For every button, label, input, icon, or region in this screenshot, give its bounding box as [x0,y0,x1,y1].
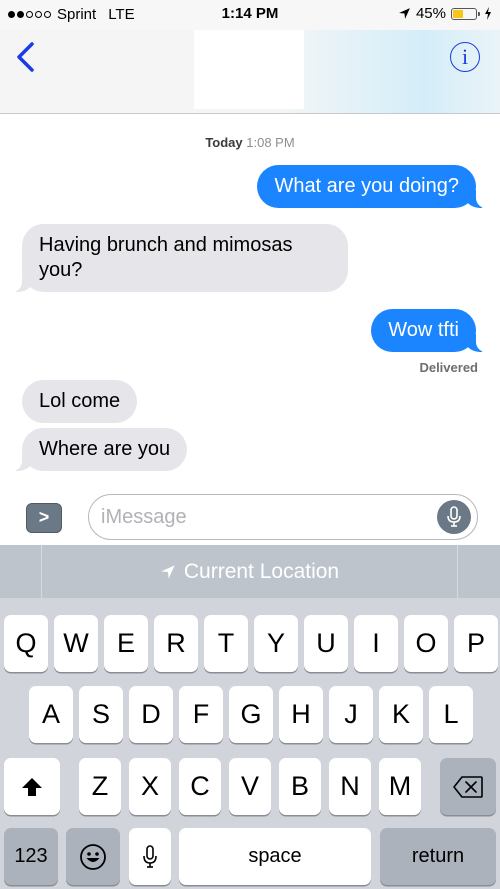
key-p[interactable]: P [454,615,498,672]
key-d[interactable]: D [129,686,173,743]
shift-key[interactable] [4,758,60,815]
key-y[interactable]: Y [254,615,298,672]
message-bubble-outgoing[interactable]: What are you doing? [257,165,488,208]
key-z[interactable]: Z [79,758,121,815]
message-bubble-incoming[interactable]: Where are you [9,428,188,471]
info-button[interactable]: i [450,42,480,72]
dictation-key[interactable] [129,828,171,885]
timestamp-time: 1:08 PM [246,135,295,150]
delivered-status: Delivered [419,360,478,375]
key-u[interactable]: U [304,615,348,672]
message-bubble-incoming[interactable]: Having brunch and mimosas you? [10,224,348,292]
message-composer: > [0,490,500,545]
keyboard: Current Location Q W E R T Y U I O P A S… [0,545,500,889]
key-n[interactable]: N [329,758,371,815]
battery-fill [453,9,463,18]
charging-bolt-icon [485,7,491,20]
suggestion-slot-right[interactable] [458,545,500,598]
message-text: Where are you [39,438,171,460]
key-t[interactable]: T [204,615,248,672]
back-button[interactable] [14,40,38,74]
status-right: 45% [398,5,492,22]
key-l[interactable]: L [429,686,473,743]
numbers-key[interactable]: 123 [4,828,58,885]
shift-arrow-icon [22,777,42,796]
key-h[interactable]: H [279,686,323,743]
emoji-key[interactable] [66,828,120,885]
key-r[interactable]: R [154,615,198,672]
space-key[interactable]: space [179,828,371,885]
microphone-icon [447,506,461,527]
key-w[interactable]: W [54,615,98,672]
message-input-container [88,494,478,540]
key-g[interactable]: G [229,686,273,743]
return-key[interactable]: return [380,828,496,885]
key-e[interactable]: E [104,615,148,672]
key-j[interactable]: J [329,686,373,743]
key-f[interactable]: F [179,686,223,743]
message-text: Wow tfti [388,319,459,341]
message-text: Having brunch and mimosas you? [39,234,293,281]
key-x[interactable]: X [129,758,171,815]
key-a[interactable]: A [29,686,73,743]
battery-percent: 45% [415,5,446,22]
thread-timestamp: Today 1:08 PM [0,135,500,150]
battery-icon [451,7,480,20]
key-k[interactable]: K [379,686,423,743]
key-b[interactable]: B [279,758,321,815]
backspace-icon [453,775,483,798]
key-v[interactable]: V [229,758,271,815]
delete-key[interactable] [440,758,496,815]
location-arrow-icon [161,564,175,579]
expand-apps-button[interactable]: > [26,503,62,533]
key-i[interactable]: I [354,615,398,672]
microphone-icon [143,844,157,868]
message-text: Lol come [39,390,121,412]
contact-avatar[interactable] [194,30,304,109]
suggestion-bar: Current Location [0,545,500,598]
key-q[interactable]: Q [4,615,48,672]
chevron-left-icon [17,42,34,72]
message-thread: Today 1:08 PM What are you doing? Having… [0,115,500,490]
message-bubble-outgoing[interactable]: Wow tfti [371,309,488,352]
message-text: What are you doing? [274,175,459,197]
suggestion-label: Current Location [183,559,340,583]
key-c[interactable]: C [179,758,221,815]
location-arrow-icon [399,8,410,19]
suggestion-current-location[interactable]: Current Location [42,545,458,598]
key-s[interactable]: S [79,686,123,743]
conversation-header: i [0,30,500,114]
message-bubble-incoming[interactable]: Lol come [22,380,138,423]
suggestion-slot-left[interactable] [0,545,42,598]
key-m[interactable]: M [379,758,421,815]
timestamp-day: Today [205,135,243,150]
key-o[interactable]: O [404,615,448,672]
message-input[interactable] [101,503,431,531]
dictation-button[interactable] [437,500,471,534]
status-bar: Sprint LTE 1:14 PM 45% [0,0,500,30]
emoji-icon [80,843,106,870]
